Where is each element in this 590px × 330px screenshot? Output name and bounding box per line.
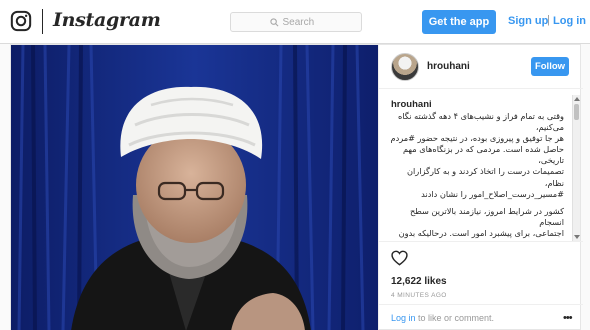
log-in-link[interactable]: Log in	[553, 15, 586, 27]
comment-login-link[interactable]: Log in	[391, 313, 416, 323]
follow-button[interactable]: Follow	[531, 57, 569, 76]
sign-up-link[interactable]: Sign up	[508, 15, 548, 27]
auth-separator: |	[547, 14, 550, 26]
caption-scrollbar[interactable]	[572, 95, 580, 241]
photo-illustration	[11, 45, 378, 330]
avatar[interactable]	[391, 53, 419, 81]
search-input[interactable]	[282, 16, 323, 28]
scroll-thumb[interactable]	[574, 104, 579, 120]
instagram-wordmark[interactable]: Instagram	[53, 9, 161, 31]
instagram-glyph-icon[interactable]	[10, 10, 32, 32]
post-timestamp: 4 MINUTES AGO	[391, 292, 447, 299]
post-caption: hrouhani وقتی به تمام فراز و نشیب‌های ۴ …	[379, 95, 583, 241]
caption-text: وقتی به تمام فراز و نشیب‌های ۴ دهه گذشته…	[389, 111, 564, 241]
post-header: hrouhani Follow	[379, 45, 583, 89]
caption-paragraph: وقتی به تمام فراز و نشیب‌های ۴ دهه گذشته…	[390, 111, 564, 199]
more-options-icon[interactable]: •••	[563, 312, 573, 324]
likes-count[interactable]: 12,622 likes	[391, 276, 447, 287]
scroll-up-arrow-icon[interactable]	[574, 97, 580, 101]
post-card: hrouhani Follow hrouhani وقتی به تمام فر…	[10, 44, 583, 330]
comment-prompt-text: to like or comment.	[415, 313, 495, 323]
get-the-app-button[interactable]: Get the app	[422, 10, 496, 34]
post-sidebar: hrouhani Follow hrouhani وقتی به تمام فر…	[378, 45, 583, 330]
post-photo[interactable]	[11, 45, 378, 330]
caption-paragraph: کشور در شرایط امروز، نیازمند بالاترین سط…	[398, 205, 564, 241]
caption-username[interactable]: hrouhani	[391, 99, 432, 110]
heart-icon[interactable]	[391, 250, 408, 266]
post-actions: 12,622 likes 4 MINUTES AGO Log in to lik…	[379, 241, 583, 330]
scroll-down-arrow-icon[interactable]	[574, 235, 580, 239]
search-icon	[269, 17, 278, 26]
top-navigation-bar: Instagram Get the app Sign up | Log in	[0, 0, 590, 44]
search-box[interactable]	[230, 12, 362, 32]
comment-bar: Log in to like or comment. •••	[379, 304, 583, 330]
post-author-username[interactable]: hrouhani	[427, 61, 470, 72]
brand-divider	[42, 9, 43, 34]
comment-prompt: Log in to like or comment.	[391, 313, 494, 323]
